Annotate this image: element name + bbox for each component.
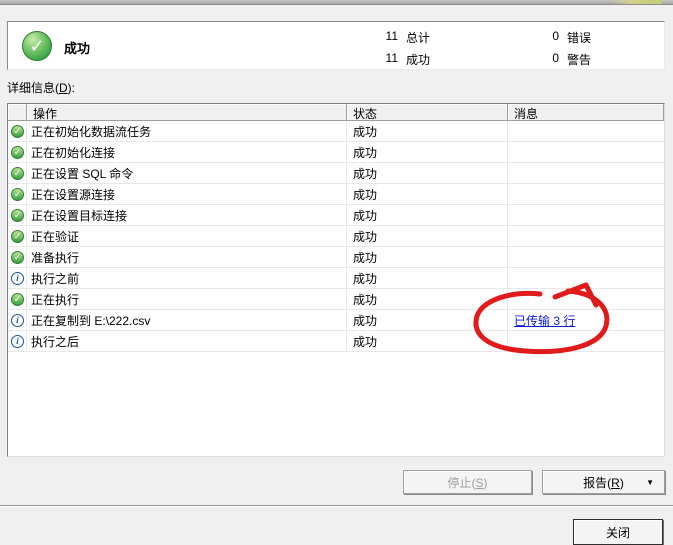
report-button-label-pre: 报告( <box>583 475 612 490</box>
success-check-icon: ✓ <box>11 250 24 264</box>
details-label-pre: 详细信息( <box>7 81 59 95</box>
stat-total: 11 总计 <box>368 29 431 45</box>
row-status: 成功 <box>347 247 508 268</box>
chevron-down-icon[interactable]: ▼ <box>646 479 654 487</box>
row-status: 成功 <box>347 142 508 163</box>
row-operation: 正在设置目标连接 <box>27 205 347 226</box>
row-message <box>508 247 664 268</box>
progress-dialog: { "summary": { "status_label": "成功", "st… <box>0 0 673 545</box>
row-operation: 正在设置 SQL 命令 <box>27 163 347 184</box>
success-check-icon: ✓ <box>11 229 24 243</box>
info-icon: i <box>11 271 24 285</box>
row-operation: 执行之前 <box>27 268 347 289</box>
row-operation: 正在设置源连接 <box>27 184 347 205</box>
table-row[interactable]: ✓ 正在初始化数据流任务 成功 <box>8 121 664 142</box>
table-row[interactable]: ✓ 准备执行 成功 <box>8 247 664 268</box>
stop-button-label-post: ) <box>483 475 488 490</box>
stat-total-label: 总计 <box>406 31 431 45</box>
stat-warning-value: 0 <box>552 51 559 65</box>
row-operation: 正在初始化数据流任务 <box>27 121 347 142</box>
window-top-edge <box>0 0 673 5</box>
stat-total-value: 11 <box>385 29 398 43</box>
row-status: 成功 <box>347 331 508 352</box>
row-status: 成功 <box>347 268 508 289</box>
close-button-label: 关闭 <box>605 525 630 540</box>
row-message <box>508 268 664 289</box>
row-operation: 正在初始化连接 <box>27 142 347 163</box>
row-status: 成功 <box>347 310 508 331</box>
stop-button-mnemonic: S <box>475 475 484 490</box>
summary-panel: ✓ 成功 11 总计 11 成功 0 错误 0 警告 <box>7 21 665 70</box>
stat-success-label: 成功 <box>406 53 431 67</box>
success-check-icon: ✓ <box>11 208 24 222</box>
listview-header: 操作 状态 消息 <box>8 104 664 121</box>
window-top-edge-highlight <box>612 0 662 4</box>
table-row[interactable]: ✓ 正在执行 成功 <box>8 289 664 310</box>
row-operation: 准备执行 <box>27 247 347 268</box>
success-check-icon: ✓ <box>11 145 24 159</box>
row-status: 成功 <box>347 289 508 310</box>
row-message <box>508 205 664 226</box>
column-header-icon[interactable] <box>8 104 27 121</box>
details-label-mnemonic: D <box>59 81 68 95</box>
stat-error-label: 错误 <box>567 31 592 45</box>
row-operation: 正在执行 <box>27 289 347 310</box>
table-row[interactable]: ✓ 正在验证 成功 <box>8 226 664 247</box>
bottom-divider <box>0 505 673 507</box>
row-status: 成功 <box>347 226 508 247</box>
report-button[interactable]: 报告(R) ▼ <box>542 470 665 494</box>
row-message <box>508 226 664 247</box>
row-message <box>508 331 664 352</box>
row-operation: 正在复制到 E:\222.csv <box>27 310 347 331</box>
status-title: 成功 <box>64 41 91 56</box>
row-status: 成功 <box>347 184 508 205</box>
info-icon: i <box>11 334 24 348</box>
table-row[interactable]: ✓ 正在初始化连接 成功 <box>8 142 664 163</box>
success-check-icon: ✓ <box>11 124 24 138</box>
stat-success-value: 11 <box>385 51 398 65</box>
row-status: 成功 <box>347 163 508 184</box>
table-row[interactable]: i 执行之后 成功 <box>8 331 664 352</box>
report-button-mnemonic: R <box>611 475 620 490</box>
stat-error-value: 0 <box>552 29 559 43</box>
success-check-icon: ✓ <box>11 292 24 306</box>
details-label: 详细信息(D): <box>7 79 75 96</box>
stat-warning: 0 警告 <box>529 51 592 67</box>
column-header-operation[interactable]: 操作 <box>27 104 347 121</box>
stat-success: 11 成功 <box>368 51 431 67</box>
rows-transferred-link[interactable]: 已传输 3 行 <box>514 312 575 329</box>
row-status: 成功 <box>347 121 508 142</box>
success-check-icon: ✓ <box>22 31 52 61</box>
table-row[interactable]: ✓ 正在设置源连接 成功 <box>8 184 664 205</box>
info-icon: i <box>11 313 24 327</box>
close-button[interactable]: 关闭 <box>573 519 663 545</box>
details-label-post: ): <box>67 81 76 95</box>
success-check-icon: ✓ <box>11 187 24 201</box>
report-button-label-post: ) <box>619 475 624 490</box>
row-message <box>508 289 664 310</box>
table-row[interactable]: ✓ 正在设置 SQL 命令 成功 <box>8 163 664 184</box>
table-row[interactable]: i 执行之前 成功 <box>8 268 664 289</box>
details-listview: 操作 状态 消息 ✓ 正在初始化数据流任务 成功 ✓ 正在初始化连接 成功 ✓ … <box>7 103 665 457</box>
stop-button-label-pre: 停止( <box>447 475 476 490</box>
table-row[interactable]: ✓ 正在设置目标连接 成功 <box>8 205 664 226</box>
row-message <box>508 163 664 184</box>
row-message <box>508 142 664 163</box>
stop-button[interactable]: 停止(S) <box>403 470 532 494</box>
stat-warning-label: 警告 <box>567 53 592 67</box>
row-message <box>508 184 664 205</box>
row-status: 成功 <box>347 205 508 226</box>
stat-error: 0 错误 <box>529 29 592 45</box>
column-header-message[interactable]: 消息 <box>508 104 664 121</box>
column-header-status[interactable]: 状态 <box>347 104 508 121</box>
row-message <box>508 121 664 142</box>
success-check-icon: ✓ <box>11 166 24 180</box>
row-operation: 正在验证 <box>27 226 347 247</box>
row-operation: 执行之后 <box>27 331 347 352</box>
table-row-copy-to-csv[interactable]: i 正在复制到 E:\222.csv 成功 已传输 3 行 <box>8 310 664 331</box>
